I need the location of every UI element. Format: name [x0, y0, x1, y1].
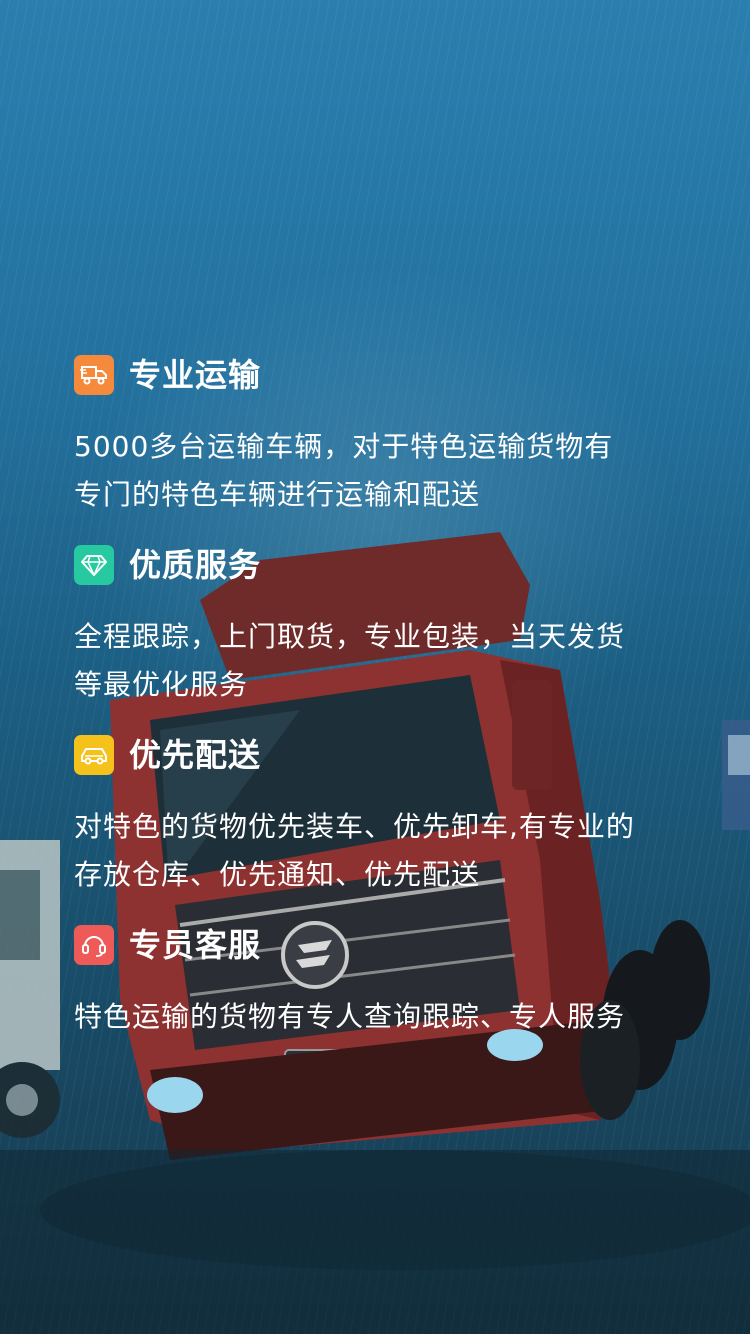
headset-icon	[74, 925, 114, 965]
delivery-car-icon	[74, 735, 114, 775]
feature-header: 优先配送	[74, 735, 714, 775]
feature-description: 全程跟踪，上门取货，专业包装，当天发货 等最优化服务	[74, 613, 714, 709]
feature-title: 专员客服	[129, 926, 262, 964]
feature-header: 专业运输	[74, 355, 714, 395]
description-line: 存放仓库、优先通知、优先配送	[74, 858, 481, 891]
description-line: 对特色的货物优先装车、优先卸车,有专业的	[74, 810, 635, 843]
feature-description: 特色运输的货物有专人查询跟踪、专人服务	[74, 993, 714, 1041]
diamond-icon	[74, 545, 114, 585]
feature-priority-delivery: 优先配送 对特色的货物优先装车、优先卸车,有专业的 存放仓库、优先通知、优先配送	[74, 735, 714, 899]
feature-description: 5000多台运输车辆，对于特色运输货物有 专门的特色车辆进行运输和配送	[74, 423, 714, 519]
feature-description: 对特色的货物优先装车、优先卸车,有专业的 存放仓库、优先通知、优先配送	[74, 803, 714, 899]
feature-professional-transport: 专业运输 5000多台运输车辆，对于特色运输货物有 专门的特色车辆进行运输和配送	[74, 355, 714, 519]
feature-title: 专业运输	[129, 356, 262, 394]
description-line: 5000多台运输车辆，对于特色运输货物有	[74, 430, 614, 463]
background-truck-left	[0, 840, 60, 1138]
description-line: 等最优化服务	[74, 668, 249, 701]
feature-header: 专员客服	[74, 925, 714, 965]
description-line: 特色运输的货物有专人查询跟踪、专人服务	[74, 1000, 626, 1033]
promo-screen: 专业运输 5000多台运输车辆，对于特色运输货物有 专门的特色车辆进行运输和配送…	[0, 0, 750, 1334]
feature-title: 优先配送	[129, 736, 262, 774]
feature-title: 优质服务	[129, 546, 262, 584]
description-line: 全程跟踪，上门取货，专业包装，当天发货	[74, 620, 626, 653]
feature-quality-service: 优质服务 全程跟踪，上门取货，专业包装，当天发货 等最优化服务	[74, 545, 714, 709]
feature-dedicated-support: 专员客服 特色运输的货物有专人查询跟踪、专人服务	[74, 925, 714, 1041]
description-line: 专门的特色车辆进行运输和配送	[74, 478, 481, 511]
background-truck-right	[722, 720, 750, 830]
feature-header: 优质服务	[74, 545, 714, 585]
truck-icon	[74, 355, 114, 395]
